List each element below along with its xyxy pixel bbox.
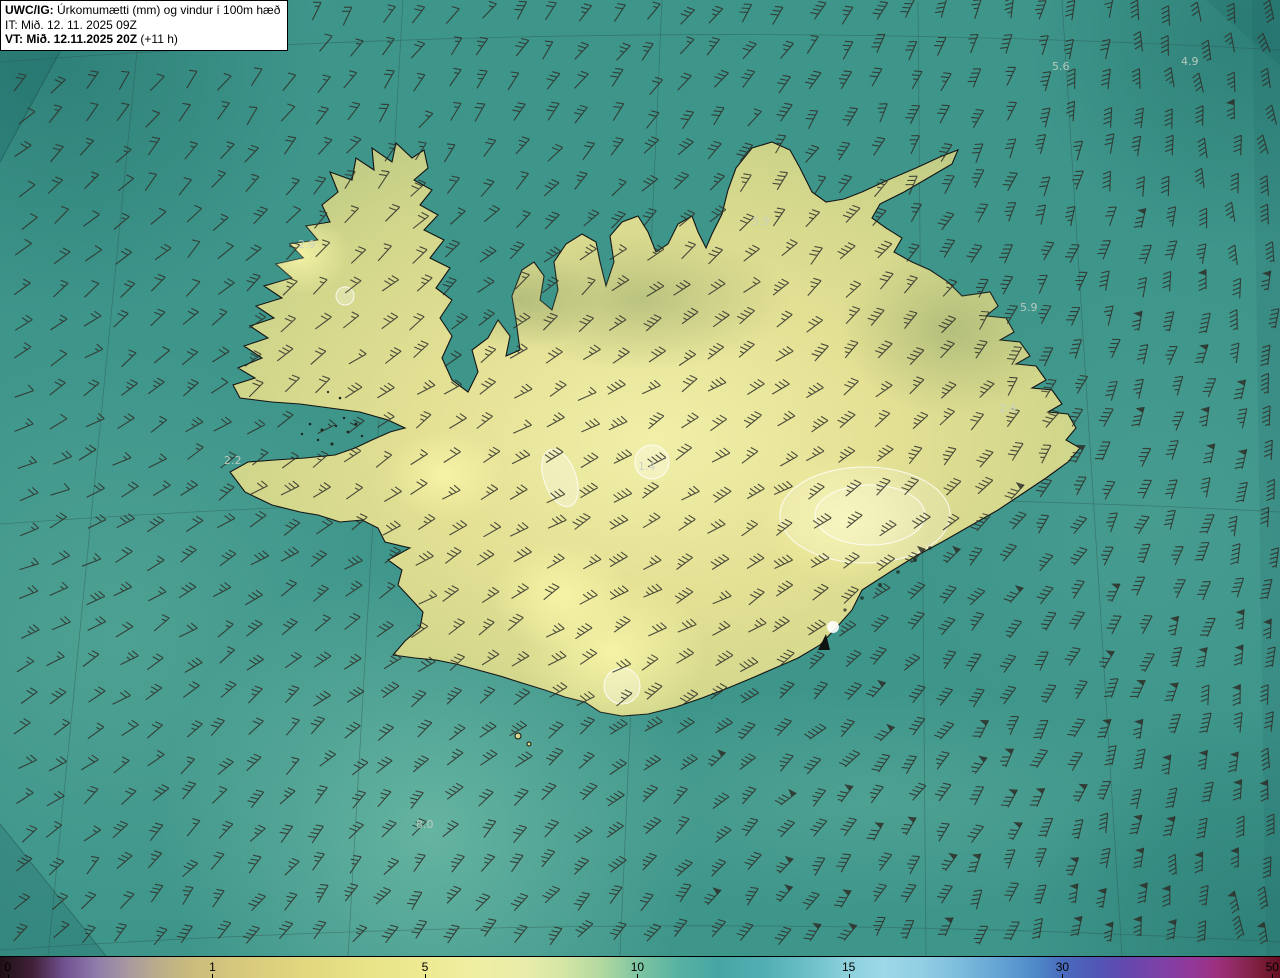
colorbar-tick-label: 5 — [421, 960, 429, 974]
valid-time: VT: Mið. 12.11.2025 20Z (+11 h) — [5, 32, 280, 47]
map-value-label: 5.9 — [752, 215, 770, 228]
valid-time-offset: (+11 h) — [137, 32, 178, 46]
map-value-label: 2.4 — [999, 402, 1017, 415]
colorbar-tick-mark — [212, 974, 214, 978]
colorbar-tick-mark — [424, 974, 426, 978]
map-value-label: 5.6 — [1052, 60, 1070, 73]
colorbar-tick-mark — [1062, 974, 1064, 978]
colorbar-tick-label: 0 — [4, 960, 12, 974]
colorbar-tick-label: 50 — [1265, 960, 1279, 974]
colorbar-tick-label: 30 — [1055, 960, 1070, 974]
map-title-text: Úrkomumætti (mm) og vindur í 100m hæð — [53, 3, 281, 17]
model-id: UWC/IG: — [5, 3, 54, 17]
colorbar-tick-mark — [1272, 974, 1274, 978]
map-value-label: 5.9 — [1020, 301, 1038, 314]
colorbar-tick-label: 10 — [630, 960, 645, 974]
colorbar-tick-mark — [7, 974, 9, 978]
map-value-label: 2.9 — [298, 238, 316, 251]
colorbar-tick-label: 1 — [209, 960, 216, 974]
colorbar-tick-mark — [637, 974, 639, 978]
colorbar-tick-mark — [848, 974, 850, 978]
precipitation-colorbar: 0 1 5 10 15 30 50 — [0, 956, 1280, 978]
map-title: UWC/IG: Úrkomumætti (mm) og vindur í 100… — [5, 3, 280, 18]
weather-map-app: 5.6 4.9 5.9 2.9 5.9 2.4 2.2 1.4 8.0 UWC/IG: Úrko… — [0, 0, 1280, 978]
map-info-box: UWC/IG: Úrkomumætti (mm) og vindur í 100… — [0, 0, 289, 51]
map-value-label: 8.0 — [416, 818, 434, 831]
colorbar-tick-label: 15 — [841, 960, 856, 974]
map-value-label: 2.2 — [224, 454, 242, 467]
valid-time-main: VT: Mið. 12.11.2025 20Z — [5, 32, 138, 46]
map-value-label: 1.4 — [638, 460, 656, 473]
map-value-label: 4.9 — [1181, 55, 1199, 68]
init-time: IT: Mið. 12. 11. 2025 09Z — [5, 17, 137, 32]
map-canvas: 5.6 4.9 5.9 2.9 5.9 2.4 2.2 1.4 8.0 — [0, 0, 1280, 956]
